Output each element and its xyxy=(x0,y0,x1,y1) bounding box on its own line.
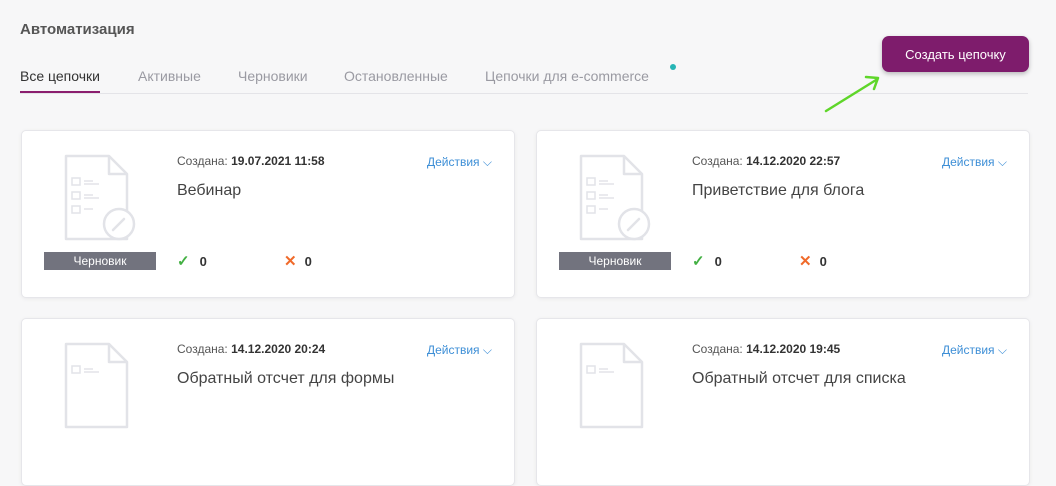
created-date: Создана: 14.12.2020 20:24 xyxy=(177,342,326,356)
create-chain-button[interactable]: Создать цепочку xyxy=(882,36,1029,72)
chevron-down-icon: ⌵ xyxy=(482,343,492,357)
actions-dropdown[interactable]: Действия ⌵ xyxy=(942,343,1007,358)
actions-dropdown[interactable]: Действия ⌵ xyxy=(942,155,1007,170)
document-edit-icon xyxy=(579,154,651,241)
tab-all-chains[interactable]: Все цепочки xyxy=(20,68,100,93)
created-date: Создана: 14.12.2020 22:57 xyxy=(692,154,841,168)
chain-card[interactable]: Черновик Создана: 19.07.2021 11:58 Вебин… xyxy=(21,130,515,298)
chain-card[interactable]: Создана: 14.12.2020 20:24 Обратный отсче… xyxy=(21,318,515,486)
new-indicator-dot xyxy=(670,64,676,70)
fail-count: ✕ 0 xyxy=(799,253,827,270)
tab-active[interactable]: Активные xyxy=(138,68,201,84)
document-edit-icon xyxy=(579,342,644,429)
actions-dropdown[interactable]: Действия ⌵ xyxy=(427,343,492,358)
success-count: ✓ 0 xyxy=(177,253,207,270)
chain-name[interactable]: Приветствие для блога xyxy=(692,182,864,200)
created-date: Создана: 14.12.2020 19:45 xyxy=(692,342,841,356)
chevron-down-icon: ⌵ xyxy=(482,155,492,169)
fail-count: ✕ 0 xyxy=(284,253,312,270)
cross-icon: ✕ xyxy=(284,253,297,270)
document-edit-icon xyxy=(64,154,136,241)
page-title: Автоматизация xyxy=(20,21,135,38)
tab-stopped[interactable]: Остановленные xyxy=(344,68,448,84)
chain-name[interactable]: Обратный отсчет для формы xyxy=(177,370,394,388)
success-count: ✓ 0 xyxy=(692,253,722,270)
document-edit-icon xyxy=(64,342,129,429)
actions-dropdown[interactable]: Действия ⌵ xyxy=(427,155,492,170)
arrow-pointer-icon xyxy=(824,75,880,113)
chain-card[interactable]: Создана: 14.12.2020 19:45 Обратный отсче… xyxy=(536,318,1030,486)
status-badge: Черновик xyxy=(44,252,156,270)
check-icon: ✓ xyxy=(177,253,190,270)
cross-icon: ✕ xyxy=(799,253,812,270)
chevron-down-icon: ⌵ xyxy=(997,155,1007,169)
tab-ecommerce[interactable]: Цепочки для e-commerce xyxy=(485,68,649,84)
status-badge: Черновик xyxy=(559,252,671,270)
chain-card[interactable]: Черновик Создана: 14.12.2020 22:57 Приве… xyxy=(536,130,1030,298)
chain-name[interactable]: Обратный отсчет для списка xyxy=(692,370,906,388)
chevron-down-icon: ⌵ xyxy=(997,343,1007,357)
chain-name[interactable]: Вебинар xyxy=(177,182,241,200)
check-icon: ✓ xyxy=(692,253,705,270)
created-date: Создана: 19.07.2021 11:58 xyxy=(177,154,325,168)
tab-drafts[interactable]: Черновики xyxy=(238,68,308,84)
